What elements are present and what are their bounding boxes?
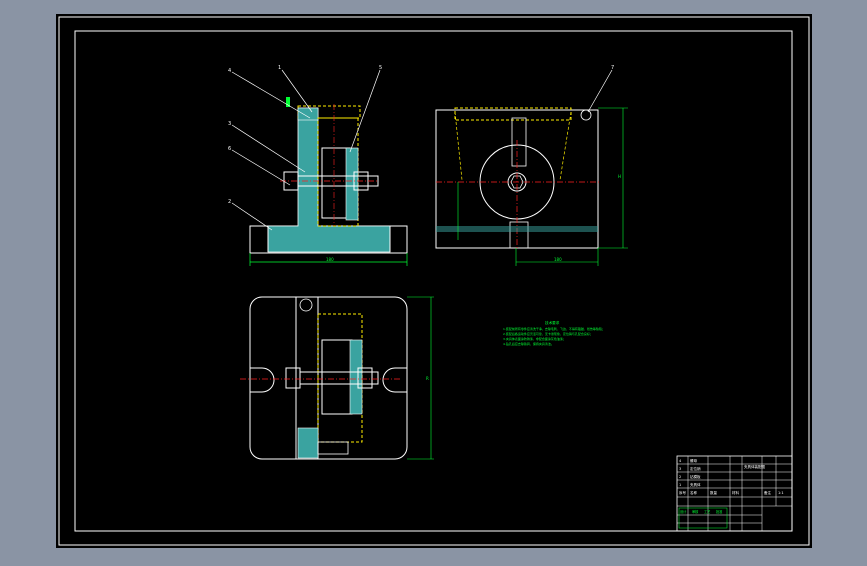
base-section [436,226,598,232]
arm-section [297,107,319,121]
balloon-label: 7 [611,65,614,71]
balloon-label: 6 [228,146,231,152]
notes-line: 4.钻孔后应去除铁屑，保持夹具清洁。 [503,341,554,346]
balloon-label: 3 [228,121,231,127]
tb-cell: 1 [679,483,681,487]
bushing-section [345,147,359,221]
notes-line: 1.装配前所有零件应清洗干净，去除毛刺、飞边，不得有磕碰、划伤等缺陷； [503,326,605,331]
tb-cell: 钻模板 [690,474,701,479]
dimension-text: 180 [554,257,562,262]
notes-title: 技术要求 [545,320,560,325]
balloon-label: 4 [228,68,231,74]
balloon-label: 1 [278,65,281,71]
top-bushing-section [349,339,363,415]
tb-header: 数量 [710,490,718,495]
dimension-text: 180 [326,257,334,262]
tb-header: 材料 [732,490,740,495]
tb-header: 名称 [690,490,698,495]
tb-cell: 夹具体装配图 [744,464,765,469]
tb-cell: 定位销 [690,466,701,471]
top-base-section [297,427,319,459]
cad-viewport[interactable]: 4 1 5 3 6 2 180 7 H 180 R 技术要求 1.装配前所有零件… [0,0,867,562]
tb-cell: 3 [679,467,681,471]
tb-footer: 审核 [692,509,699,514]
tb-footer: 设计 [680,509,687,514]
tb-header: 1:1 [778,491,784,495]
tb-footer: 工艺 [704,509,710,514]
balloon-label: 2 [228,199,231,205]
tb-cell: 螺母 [690,458,698,463]
balloon-label: 5 [379,65,382,71]
notes-line: 2.装配后各运动件应灵活可靠，无卡滞现象，定位销与孔配合良好； [503,331,593,336]
tb-cell: 2 [679,475,681,479]
dimension-text: R [426,376,429,381]
dimension-text: H [618,174,621,179]
tb-cell: 夹具体 [690,482,701,487]
tb-footer: 批准 [716,509,723,514]
cad-drawing: 4 1 5 3 6 2 180 7 H 180 R 技术要求 1.装配前所有零件… [56,14,812,548]
tb-header: 备注 [764,490,772,495]
notes-line: 3.夹具体表面涂防锈漆，非配合面涂灰色油漆； [503,336,566,341]
tb-header: 序号 [679,490,687,495]
